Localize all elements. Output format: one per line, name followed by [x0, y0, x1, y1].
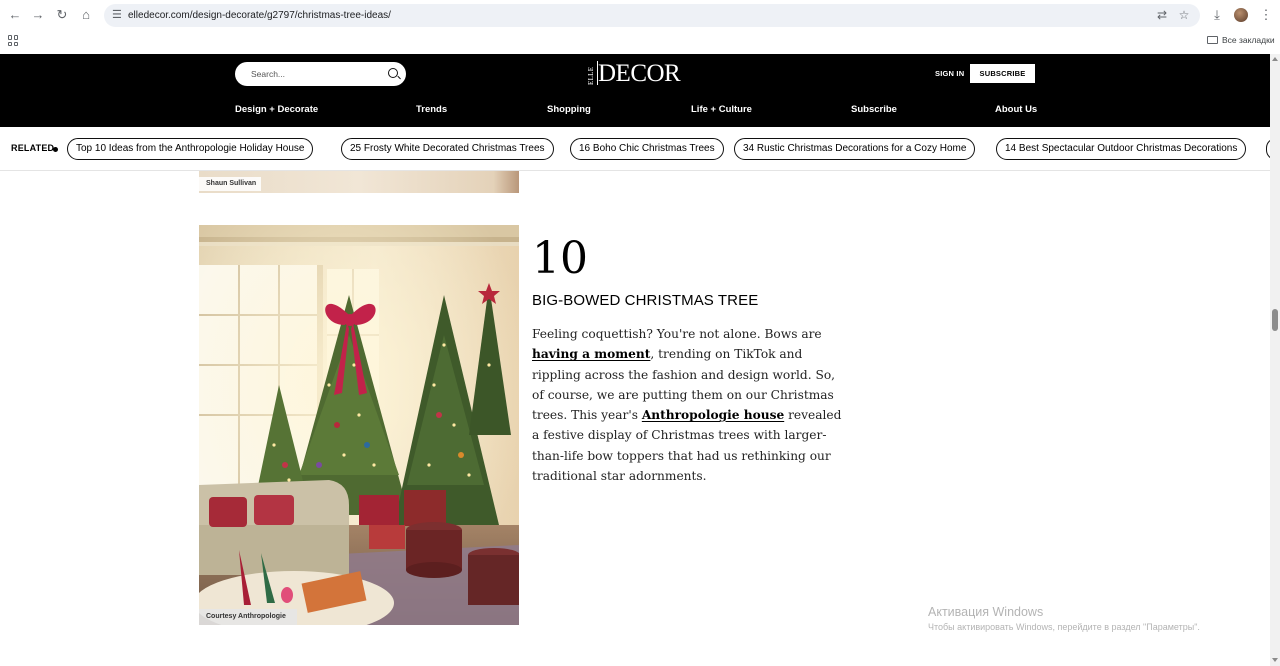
home-icon[interactable]: ⌂	[78, 7, 94, 23]
scroll-up-icon[interactable]	[1272, 57, 1278, 61]
page-scrollbar[interactable]	[1270, 54, 1280, 666]
subscribe-button[interactable]: SUBSCRIBE	[970, 64, 1035, 83]
search-input[interactable]	[251, 67, 381, 81]
related-link[interactable]: 16 Boho Chic Christmas Trees	[570, 138, 724, 160]
related-link[interactable]: 34 Rustic Christmas Decorations for a Co…	[734, 138, 976, 160]
forward-icon[interactable]: →	[30, 7, 46, 23]
url-text[interactable]: elledecor.com/design-decorate/g2797/chri…	[128, 9, 391, 22]
logo-elle-text: ELLE	[586, 61, 598, 85]
search-icon[interactable]	[388, 68, 398, 78]
apps-grid-icon[interactable]	[8, 35, 19, 46]
folder-icon[interactable]	[1207, 36, 1218, 44]
nav-design-decorate[interactable]: Design + Decorate	[235, 104, 318, 115]
windows-watermark-title: Активация Windows	[928, 605, 1044, 619]
slide-image[interactable]: Courtesy Anthropologie	[199, 225, 519, 625]
bookmark-star-icon[interactable]: ☆	[1177, 8, 1191, 22]
nav-shopping[interactable]: Shopping	[547, 104, 591, 115]
nav-life-culture[interactable]: Life + Culture	[691, 104, 752, 115]
slide-number: 10	[532, 233, 588, 284]
christmas-trees-illustration	[199, 225, 519, 625]
scroll-down-icon[interactable]	[1272, 658, 1278, 662]
previous-slide-image: Shaun Sullivan	[199, 171, 519, 193]
anthropologie-house-link[interactable]: Anthropologie house	[642, 408, 784, 422]
site-header: ELLEDECOR SIGN IN SUBSCRIBE Design + Dec…	[0, 54, 1270, 127]
search-box[interactable]	[235, 62, 406, 86]
nav-about-us[interactable]: About Us	[995, 104, 1037, 115]
image-credit: Courtesy Anthropologie	[199, 609, 297, 625]
scrollbar-thumb[interactable]	[1272, 309, 1278, 331]
all-bookmarks-label[interactable]: Все закладки	[1222, 35, 1275, 45]
related-bar: RELATED Top 10 Ideas from the Anthropolo…	[0, 127, 1270, 171]
site-logo[interactable]: ELLE DECOR	[586, 60, 681, 87]
windows-watermark-subtitle: Чтобы активировать Windows, перейдите в …	[928, 622, 1200, 632]
body-text: Feeling coquettish? You're not alone. Bo…	[532, 327, 822, 341]
address-bar[interactable]: ☰ elledecor.com/design-decorate/g2797/ch…	[104, 4, 1200, 27]
image-credit: Shaun Sullivan	[199, 177, 261, 191]
nav-subscribe[interactable]: Subscribe	[851, 104, 897, 115]
browser-toolbar: ← → ↻ ⌂ ☰ elledecor.com/design-decorate/…	[0, 0, 1280, 31]
bookmarks-bar: Все закладки	[0, 31, 1280, 54]
slide-body: Feeling coquettish? You're not alone. Bo…	[532, 324, 844, 486]
reload-icon[interactable]: ↻	[54, 7, 70, 23]
nav-trends[interactable]: Trends	[416, 104, 447, 115]
related-link[interactable]: 25 Frosty White Decorated Christmas Tree…	[341, 138, 554, 160]
related-link[interactable]: Top 10 Ideas from the Anthropologie Holi…	[67, 138, 314, 160]
translate-icon[interactable]: ⇄	[1155, 8, 1169, 22]
site-info-icon[interactable]: ☰	[112, 9, 124, 21]
back-icon[interactable]: ←	[7, 7, 23, 23]
having-a-moment-link[interactable]: having a moment	[532, 347, 650, 361]
sign-in-link[interactable]: SIGN IN	[935, 69, 964, 78]
logo-decor-text: DECOR	[598, 60, 681, 87]
related-link[interactable]: 14 Best Spectacular Outdoor Christmas De…	[996, 138, 1247, 160]
related-dot	[53, 147, 58, 152]
menu-kebab-icon[interactable]: ⋮	[1258, 7, 1274, 23]
profile-avatar[interactable]	[1234, 8, 1248, 22]
related-label: RELATED	[11, 143, 55, 153]
slide-title: BIG-BOWED CHRISTMAS TREE	[532, 292, 759, 309]
download-icon[interactable]: ⤓	[1209, 7, 1225, 23]
